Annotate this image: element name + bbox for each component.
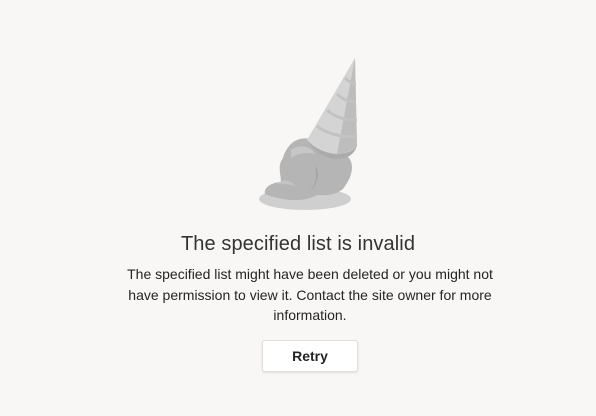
error-message: The specified list might have been delet… bbox=[127, 266, 493, 323]
retry-button[interactable]: Retry bbox=[262, 340, 358, 372]
melted-ice-cream-cone-icon bbox=[259, 58, 358, 210]
error-page: The specified list is invalid The specif… bbox=[0, 0, 596, 416]
error-title: The specified list is invalid bbox=[180, 233, 416, 255]
